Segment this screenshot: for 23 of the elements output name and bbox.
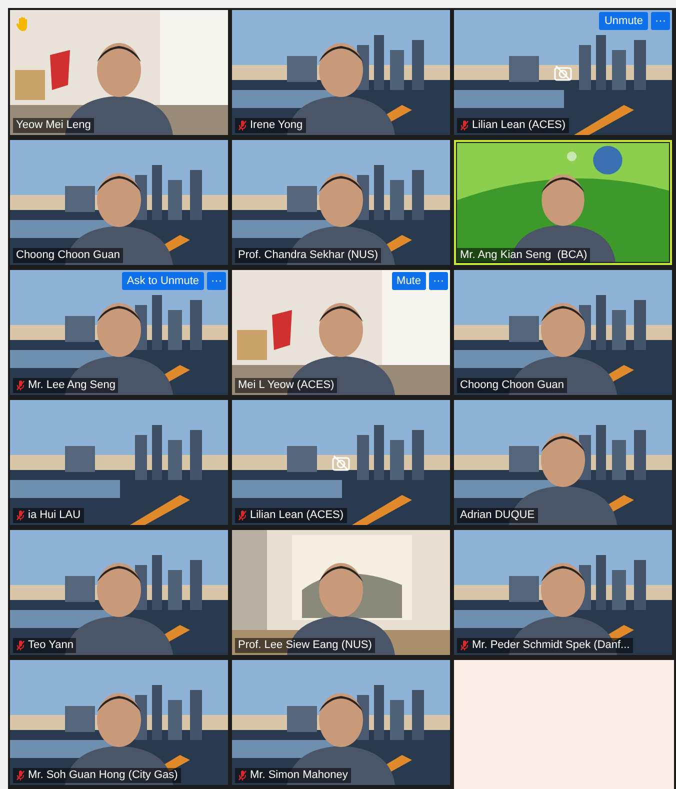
participant-name: Mr. Lee Ang Seng bbox=[28, 378, 116, 393]
more-options-button[interactable]: ··· bbox=[429, 272, 448, 290]
participant-name: Irene Yong bbox=[250, 118, 303, 133]
participant-name: Prof. Lee Siew Eang (NUS) bbox=[238, 638, 372, 653]
participant-action-button[interactable]: Ask to Unmute bbox=[122, 272, 204, 290]
participant-name: Mei L Yeow (ACES) bbox=[238, 378, 334, 393]
participant-name: Mr. Ang Kian Seng (BCA) bbox=[460, 248, 588, 263]
participant-action-button[interactable]: Mute bbox=[392, 272, 426, 290]
participant-name: Choong Choon Guan bbox=[460, 378, 564, 393]
participant-action-button[interactable]: Unmute bbox=[599, 12, 648, 30]
participant-name: Lilian Lean (ACES) bbox=[472, 118, 566, 133]
participant-name: Adrian DUQUE bbox=[460, 508, 535, 523]
participant-name: ia Hui LAU bbox=[28, 508, 81, 523]
participant-name: Teo Yann bbox=[28, 638, 74, 653]
participant-name: Mr. Soh Guan Hong (City Gas) bbox=[28, 768, 178, 783]
participant-name: Yeow Mei Leng bbox=[16, 118, 91, 133]
participant-name: Prof. Chandra Sekhar (NUS) bbox=[238, 248, 378, 263]
more-options-button[interactable]: ··· bbox=[207, 272, 226, 290]
participant-name: Mr. Peder Schmidt Spek (Danf... bbox=[472, 638, 630, 653]
participant-name: Choong Choon Guan bbox=[16, 248, 120, 263]
participant-name: Mr. Simon Mahoney bbox=[250, 768, 348, 783]
more-options-button[interactable]: ··· bbox=[651, 12, 670, 30]
participant-name: Lilian Lean (ACES) bbox=[250, 508, 344, 523]
